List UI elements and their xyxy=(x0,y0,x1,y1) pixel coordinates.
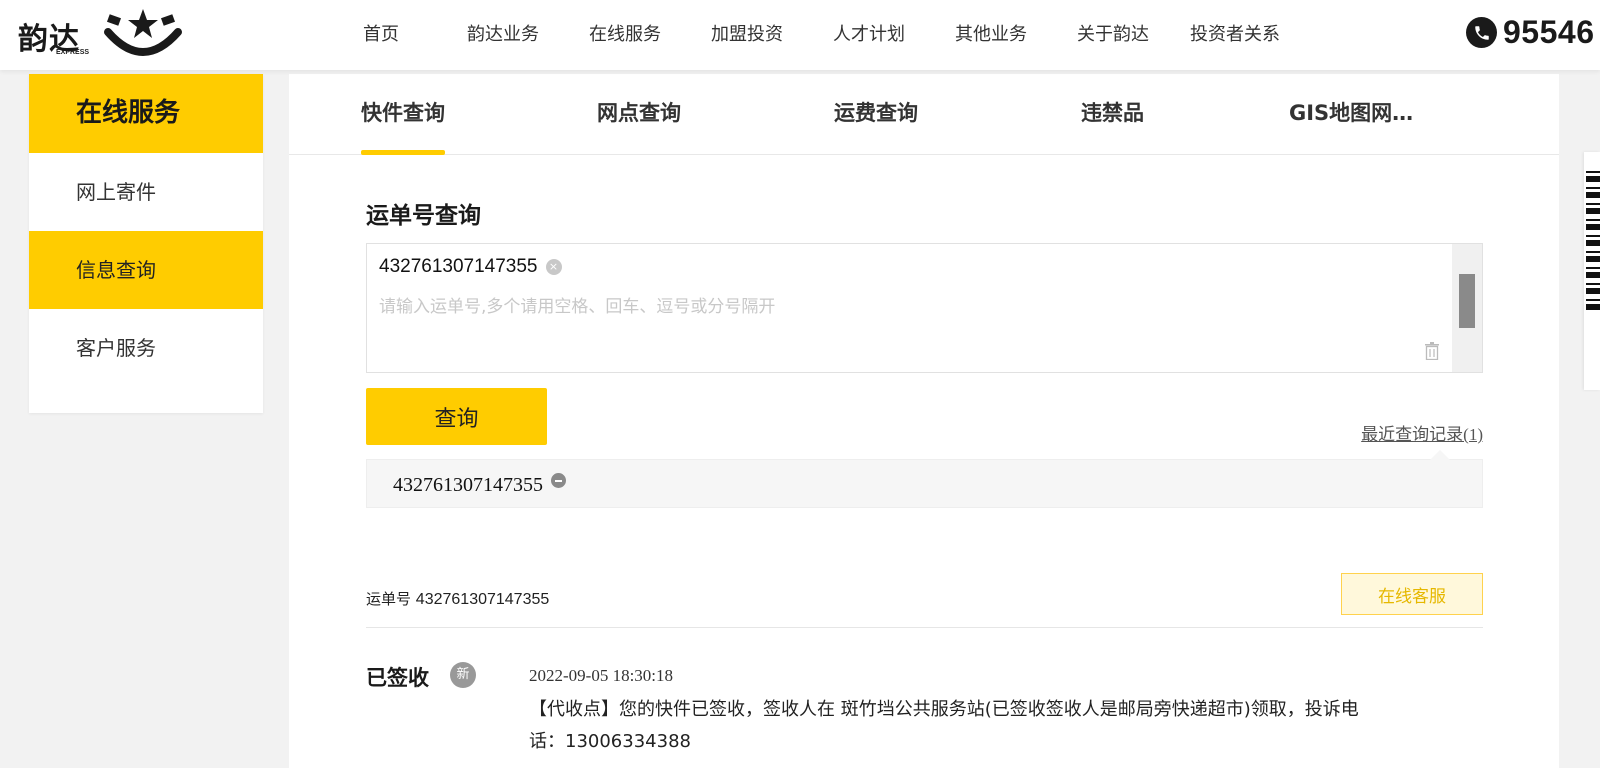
tab-prohibited-items[interactable]: 违禁品 xyxy=(1081,74,1144,155)
logo-subtext: EXPRESS xyxy=(56,49,90,56)
qr-code-icon xyxy=(1586,170,1600,310)
sidebar-item-customer-service[interactable]: 客户服务 xyxy=(29,309,263,387)
nav-talent[interactable]: 人才计划 xyxy=(808,0,930,70)
recent-query-link[interactable]: 最近查询记录(1) xyxy=(1361,420,1483,445)
history-item-text[interactable]: 432761307147355 xyxy=(393,474,543,497)
main-nav: 首页 韵达业务 在线服务 加盟投资 人才计划 其他业务 关于韵达 投资者关系 xyxy=(320,0,1296,70)
phone-icon xyxy=(1466,17,1497,48)
nav-home[interactable]: 首页 xyxy=(320,0,442,70)
waybill-label: 运单号 432761307147355 xyxy=(366,588,549,609)
nav-online-service[interactable]: 在线服务 xyxy=(564,0,686,70)
tab-shipping-fee[interactable]: 运费查询 xyxy=(834,74,918,155)
sidebar-title: 在线服务 xyxy=(29,74,263,153)
scrollbar[interactable] xyxy=(1452,244,1482,372)
scrollbar-thumb[interactable] xyxy=(1459,274,1475,328)
query-button[interactable]: 查询 xyxy=(366,388,547,445)
waybill-tag: 432761307147355 × xyxy=(379,256,562,278)
section-title: 运单号查询 xyxy=(366,203,481,229)
history-item[interactable]: 432761307147355 xyxy=(393,473,566,497)
delivery-status: 已签收 xyxy=(366,666,429,690)
tab-package-query[interactable]: 快件查询 xyxy=(361,74,445,155)
nav-other-business[interactable]: 其他业务 xyxy=(930,0,1052,70)
logo-smile-icon xyxy=(104,9,182,56)
query-tabs: 快件查询 网点查询 运费查询 违禁品 GIS地图网… xyxy=(289,74,1559,155)
trash-icon[interactable] xyxy=(1424,342,1440,360)
main-panel: 快件查询 网点查询 运费查询 违禁品 GIS地图网… 运单号查询 4327613… xyxy=(289,74,1559,768)
nav-franchise[interactable]: 加盟投资 xyxy=(686,0,808,70)
sidebar-item-online-shipping[interactable]: 网上寄件 xyxy=(29,153,263,231)
floating-qr-widget[interactable] xyxy=(1584,152,1600,390)
event-description: 【代收点】您的快件已签收，签收人在 斑竹垱公共服务站(已签收签收人是邮局旁快递超… xyxy=(529,699,1359,752)
hotline-number: 95546 xyxy=(1503,14,1595,50)
sidebar: 在线服务 网上寄件 信息查询 客户服务 xyxy=(29,74,263,413)
waybill-tag-text: 432761307147355 xyxy=(379,256,538,277)
yunda-logo[interactable]: 韵达 EXPRESS xyxy=(18,6,182,62)
nav-yunda-business[interactable]: 韵达业务 xyxy=(442,0,564,70)
tag-remove-icon[interactable]: × xyxy=(545,259,562,275)
tab-outlet-query[interactable]: 网点查询 xyxy=(597,74,681,155)
waybill-label-text: 运单号 xyxy=(366,590,412,608)
input-placeholder: 请输入运单号,多个请用空格、回车、逗号或分号隔开 xyxy=(379,297,776,317)
nav-about[interactable]: 关于韵达 xyxy=(1052,0,1174,70)
sidebar-item-info-query[interactable]: 信息查询 xyxy=(29,231,263,309)
waybill-number: 432761307147355 xyxy=(415,591,550,608)
waybill-input[interactable]: 432761307147355 × 请输入运单号,多个请用空格、回车、逗号或分号… xyxy=(366,243,1483,373)
query-history: 432761307147355 xyxy=(366,450,1483,508)
site-header: 韵达 EXPRESS 首页 韵达业务 在线服务 加盟投资 人才计划 其他业务 关… xyxy=(0,0,1600,70)
remove-history-icon[interactable] xyxy=(551,473,566,488)
nav-investor[interactable]: 投资者关系 xyxy=(1174,0,1296,70)
event-time: 2022-09-05 18:30:18 xyxy=(529,666,674,685)
new-badge: 新 xyxy=(450,662,476,688)
tab-gis-map[interactable]: GIS地图网… xyxy=(1289,74,1413,155)
online-service-button[interactable]: 在线客服 xyxy=(1341,573,1483,615)
waybill-row: 运单号 432761307147355 在线客服 xyxy=(366,573,1483,628)
hotline: 95546 xyxy=(1466,14,1594,51)
